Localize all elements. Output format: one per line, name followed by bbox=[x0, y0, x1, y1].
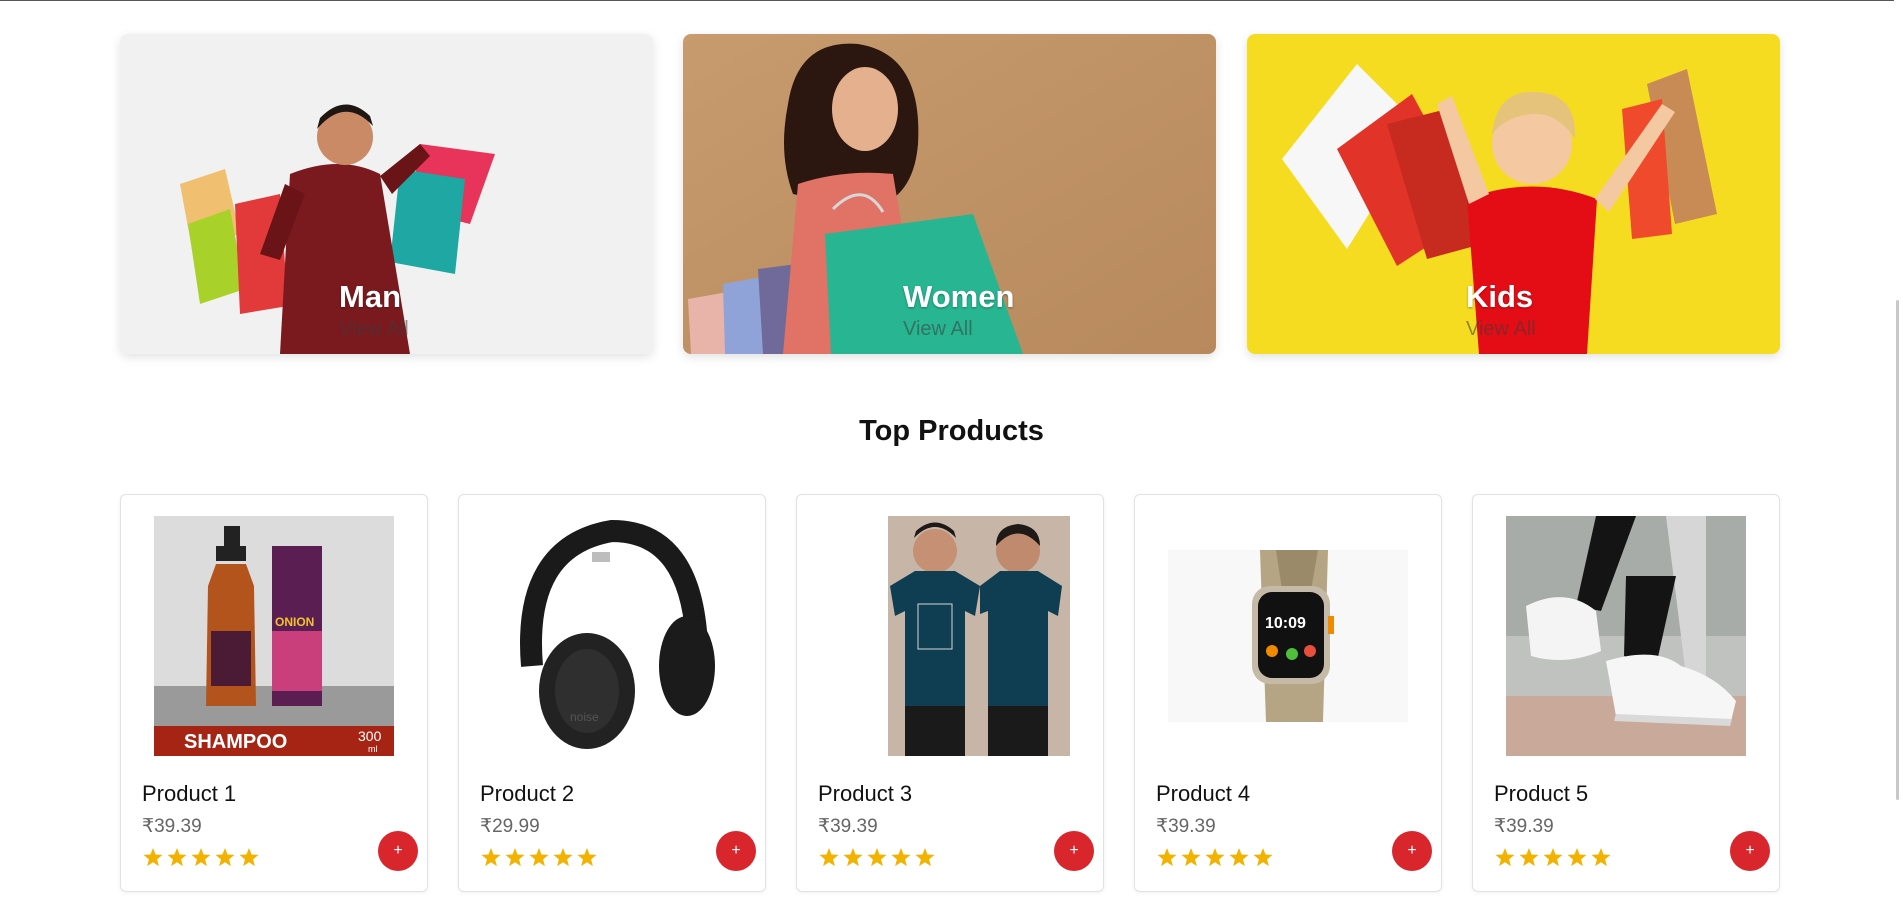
product-name[interactable]: Product 2 bbox=[480, 781, 574, 807]
view-all-link[interactable]: View All bbox=[339, 318, 409, 341]
section-title: Top Products bbox=[859, 415, 1044, 447]
rating-stars bbox=[1156, 847, 1276, 869]
category-card-man[interactable]: Man View All bbox=[120, 34, 653, 354]
star-icon bbox=[1495, 848, 1515, 867]
scrollbar[interactable] bbox=[1894, 0, 1903, 916]
sneakers-icon bbox=[1506, 516, 1746, 756]
product-name[interactable]: Product 1 bbox=[142, 781, 236, 807]
star-icon bbox=[191, 848, 211, 867]
star-icon bbox=[553, 848, 573, 867]
star-icon bbox=[577, 848, 597, 867]
top-border bbox=[0, 0, 1903, 1]
add-to-cart-button[interactable]: + bbox=[1054, 831, 1094, 871]
star-icon bbox=[1205, 848, 1225, 867]
star-icon bbox=[529, 848, 549, 867]
star-icon bbox=[167, 848, 187, 867]
star-icon bbox=[239, 848, 259, 867]
svg-text:300: 300 bbox=[358, 728, 382, 744]
rating-stars bbox=[1494, 847, 1614, 869]
product-price: ₹39.39 bbox=[1156, 816, 1216, 837]
add-to-cart-button[interactable]: + bbox=[1730, 831, 1770, 871]
product-card[interactable]: 10:09 Product 4 ₹39.39 + bbox=[1134, 494, 1442, 892]
star-icon bbox=[215, 848, 235, 867]
star-icon bbox=[891, 848, 911, 867]
product-card[interactable]: Product 5 ₹39.39 + bbox=[1472, 494, 1780, 892]
product-name[interactable]: Product 5 bbox=[1494, 781, 1588, 807]
category-banners: Man View All Women View All Kids View Al… bbox=[120, 34, 1780, 354]
svg-text:SHAMPOO: SHAMPOO bbox=[184, 731, 287, 753]
star-icon bbox=[915, 848, 935, 867]
star-icon bbox=[143, 848, 163, 867]
product-image bbox=[830, 516, 1070, 756]
star-icon bbox=[1519, 848, 1539, 867]
product-card[interactable]: SHAMPOO 300 ml ONION Product 1 ₹39.39 + bbox=[120, 494, 428, 892]
star-icon bbox=[1253, 848, 1273, 867]
shampoo-bottle-icon: SHAMPOO 300 ml ONION bbox=[154, 516, 394, 756]
product-image bbox=[1506, 516, 1746, 756]
star-icon bbox=[1229, 848, 1249, 867]
add-to-cart-button[interactable]: + bbox=[378, 831, 418, 871]
rating-stars bbox=[142, 847, 262, 869]
view-all-link[interactable]: View All bbox=[1466, 318, 1536, 341]
star-icon bbox=[505, 848, 525, 867]
product-name[interactable]: Product 4 bbox=[1156, 781, 1250, 807]
svg-text:10:09: 10:09 bbox=[1265, 615, 1306, 632]
product-price: ₹39.39 bbox=[142, 816, 202, 837]
product-image: 10:09 bbox=[1168, 516, 1408, 756]
add-to-cart-button[interactable]: + bbox=[1392, 831, 1432, 871]
rating-stars bbox=[818, 847, 938, 869]
star-icon bbox=[1181, 848, 1201, 867]
star-icon bbox=[1157, 848, 1177, 867]
category-title: Women bbox=[903, 279, 1015, 314]
star-icon bbox=[867, 848, 887, 867]
scrollbar-thumb[interactable] bbox=[1896, 300, 1899, 800]
category-title: Kids bbox=[1466, 279, 1534, 314]
star-icon bbox=[1567, 848, 1587, 867]
product-image: SHAMPOO 300 ml ONION bbox=[154, 516, 394, 756]
product-card[interactable]: Product 3 ₹39.39 + bbox=[796, 494, 1104, 892]
product-price: ₹39.39 bbox=[1494, 816, 1554, 837]
star-icon bbox=[843, 848, 863, 867]
product-image: noise bbox=[492, 516, 732, 756]
svg-text:noise: noise bbox=[570, 710, 599, 724]
star-icon bbox=[819, 848, 839, 867]
product-name[interactable]: Product 3 bbox=[818, 781, 912, 807]
category-card-women[interactable]: Women View All bbox=[683, 34, 1216, 354]
smartwatch-icon: 10:09 bbox=[1168, 516, 1408, 756]
product-price: ₹39.39 bbox=[818, 816, 878, 837]
tshirt-icon bbox=[830, 516, 1070, 756]
star-icon bbox=[1591, 848, 1611, 867]
category-card-kids[interactable]: Kids View All bbox=[1247, 34, 1780, 354]
product-price: ₹29.99 bbox=[480, 816, 540, 837]
headphones-icon: noise bbox=[492, 516, 732, 756]
view-all-link[interactable]: View All bbox=[903, 318, 973, 341]
star-icon bbox=[481, 848, 501, 867]
svg-text:ONION: ONION bbox=[275, 615, 314, 629]
category-title: Man bbox=[339, 279, 401, 314]
add-to-cart-button[interactable]: + bbox=[716, 831, 756, 871]
svg-text:ml: ml bbox=[368, 744, 378, 754]
rating-stars bbox=[480, 847, 600, 869]
star-icon bbox=[1543, 848, 1563, 867]
product-card[interactable]: noise Product 2 ₹29.99 + bbox=[458, 494, 766, 892]
